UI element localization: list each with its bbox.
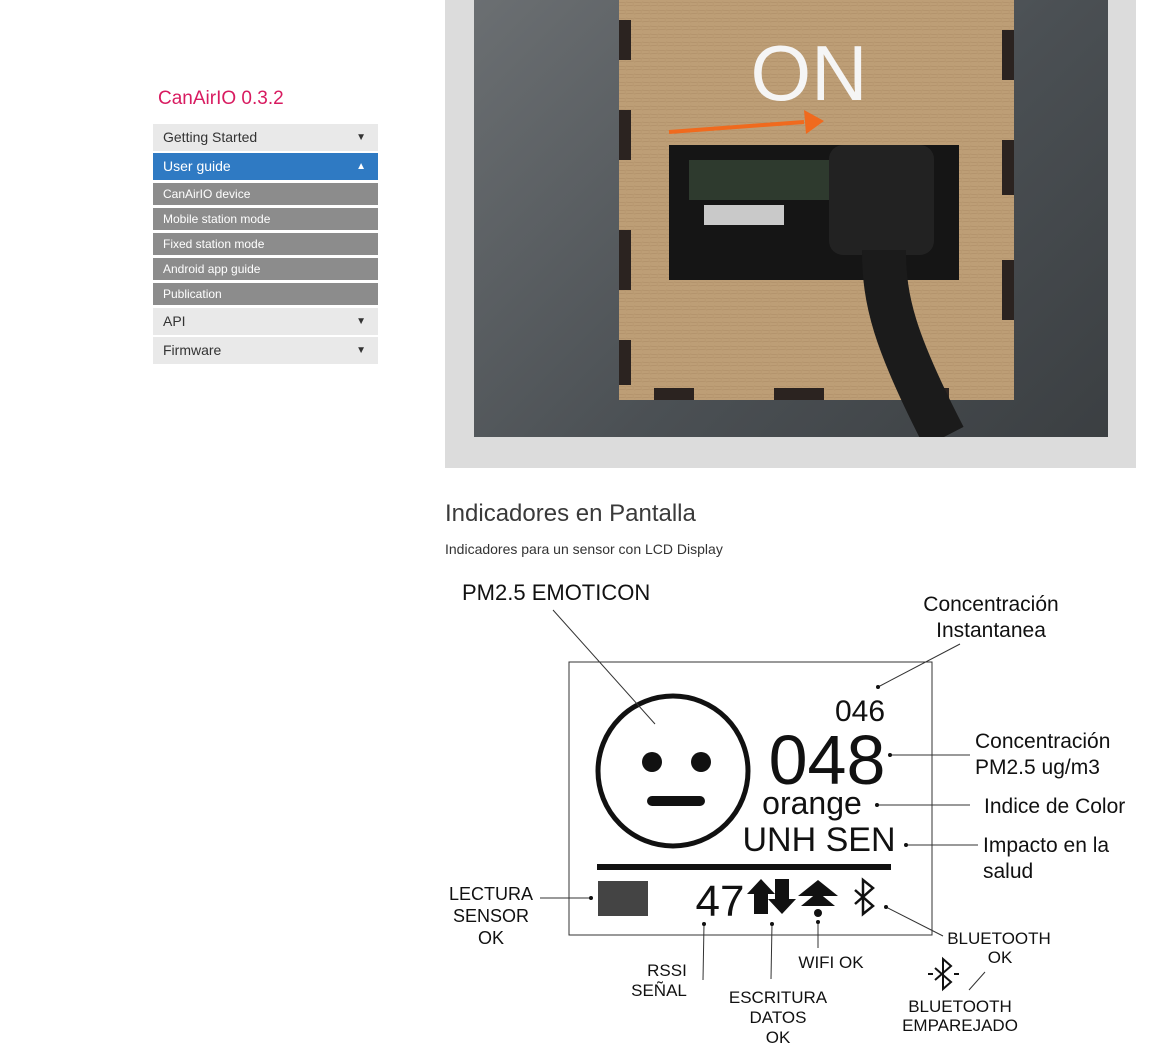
sidebar-nav: Getting Started ▼ User guide ▲ CanAirIO … — [153, 124, 378, 366]
on-label: ON — [751, 29, 868, 117]
divider-bar — [597, 864, 891, 870]
caret-up-icon: ▲ — [356, 161, 366, 172]
label-bt-pair-2: EMPAREJADO — [902, 1016, 1018, 1035]
label-bt-ok-1: BLUETOOTH — [947, 929, 1051, 948]
sidebar-subitem-fixed-station[interactable]: Fixed station mode — [153, 233, 378, 255]
caret-down-icon: ▼ — [356, 345, 366, 356]
label-bt-pair-1: BLUETOOTH — [908, 997, 1012, 1016]
caret-down-icon: ▼ — [356, 132, 366, 143]
sidebar-subitem-publication[interactable]: Publication — [153, 283, 378, 305]
label-wifi: WIFI OK — [798, 953, 864, 972]
sidebar-subitem-android-app[interactable]: Android app guide — [153, 258, 378, 280]
label-bt-ok-2: OK — [988, 948, 1013, 967]
label-rssi-2: SEÑAL — [631, 981, 687, 1000]
device-photo: ON — [474, 0, 1108, 437]
label-escritura-1: ESCRITURA — [729, 988, 828, 1007]
photo-frame: ON — [445, 0, 1136, 468]
lcd-indicators-diagram: 046 048 orange UNH SEN 47 PM2.5 EMOTICON… — [449, 580, 1125, 1047]
sensor-read-indicator — [598, 881, 648, 916]
rssi-value: 47 — [696, 877, 745, 926]
sidebar-item-label: API — [163, 313, 186, 329]
caret-down-icon: ▼ — [356, 316, 366, 327]
sidebar-item-label: Getting Started — [163, 129, 258, 145]
section-paragraph: Indicadores para un sensor con LCD Displ… — [445, 541, 723, 557]
app-brand-title[interactable]: CanAirIO 0.3.2 — [158, 88, 284, 110]
sidebar-item-getting-started[interactable]: Getting Started ▼ — [153, 124, 378, 151]
label-lectura-3: OK — [478, 928, 504, 948]
label-emoticon: PM2.5 EMOTICON — [462, 580, 650, 605]
bluetooth-paired-icon — [928, 956, 959, 992]
sidebar-item-firmware[interactable]: Firmware ▼ — [153, 337, 378, 364]
sidebar-subitem-mobile-station[interactable]: Mobile station mode — [153, 208, 378, 230]
color-word: orange — [762, 785, 862, 821]
label-conc-pm-2: PM2.5 ug/m3 — [975, 756, 1100, 779]
section-heading: Indicadores en Pantalla — [445, 500, 696, 527]
label-rssi-1: RSSI — [647, 961, 687, 980]
sidebar-submenu-user-guide: CanAirIO device Mobile station mode Fixe… — [153, 183, 378, 305]
label-impact-2: salud — [983, 860, 1033, 883]
usb-plug — [829, 145, 934, 255]
label-color-index: Indice de Color — [984, 795, 1125, 818]
sidebar-item-label: Firmware — [163, 342, 222, 358]
health-impact-text: UNH SEN — [742, 821, 895, 859]
sidebar-subitem-canairio-device[interactable]: CanAirIO device — [153, 183, 378, 205]
device-photo-illustration: ON — [619, 0, 1014, 437]
label-lectura-1: LECTURA — [449, 884, 533, 904]
label-impact-1: Impacto en la — [983, 834, 1109, 857]
label-escritura-2: DATOS — [750, 1008, 807, 1027]
label-escritura-3: OK — [766, 1028, 791, 1047]
sidebar-item-user-guide[interactable]: User guide ▲ — [153, 153, 378, 180]
label-conc-pm-1: Concentración — [975, 730, 1110, 753]
label-conc-inst-1: Concentración — [923, 593, 1058, 616]
sidebar-item-api[interactable]: API ▼ — [153, 308, 378, 335]
sidebar-item-label: User guide — [163, 158, 231, 174]
label-lectura-2: SENSOR — [453, 906, 529, 926]
label-conc-inst-2: Instantanea — [936, 619, 1046, 642]
